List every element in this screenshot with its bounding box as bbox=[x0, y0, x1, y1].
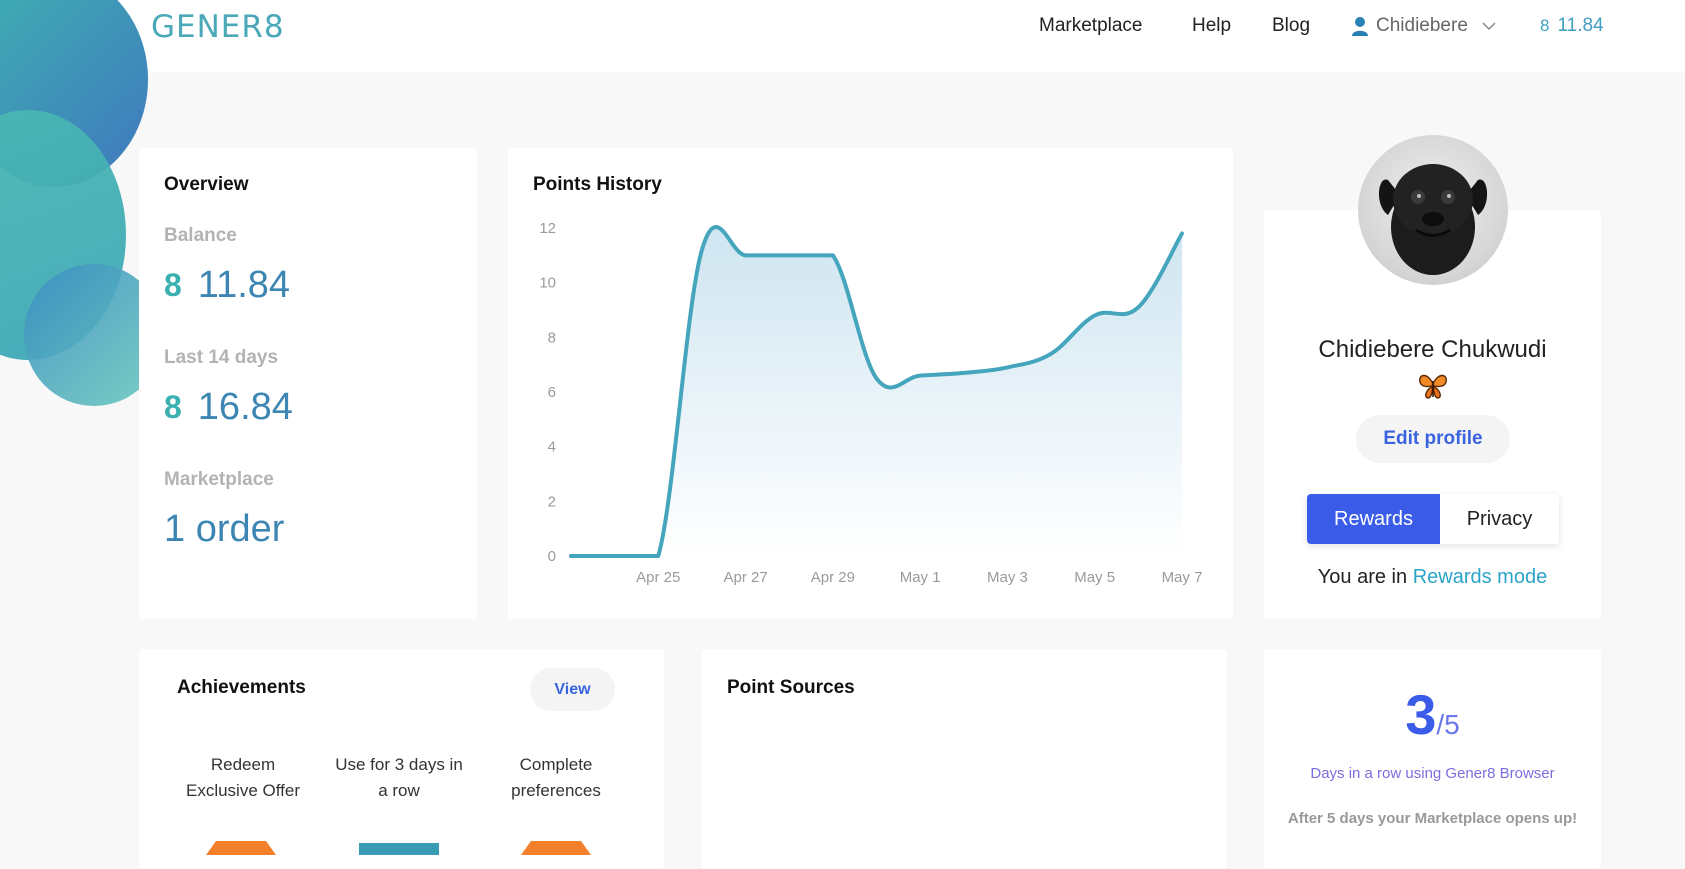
view-achievements-button[interactable]: View bbox=[530, 668, 615, 711]
streak-description: Days in a row using Gener8 Browser bbox=[1310, 765, 1555, 782]
gener8-coin-icon: 8 bbox=[164, 267, 182, 303]
user-name: Chidiebere bbox=[1376, 15, 1468, 36]
x-tick-label: Apr 25 bbox=[636, 569, 680, 586]
streak-counter: 3/5 bbox=[1265, 682, 1600, 747]
privacy-mode-button[interactable]: Privacy bbox=[1440, 494, 1559, 544]
hexagon-badge-icon[interactable] bbox=[206, 838, 276, 858]
gener8-coin-icon: 8 bbox=[1540, 16, 1550, 35]
points-history-chart: 0 2 4 6 8 10 12 Apr 25 Apr 27 Apr 29 May 1 May 3 Ma… bbox=[539, 220, 1203, 586]
nav-blog[interactable]: Blog bbox=[1272, 15, 1310, 37]
avatar[interactable] bbox=[1358, 135, 1508, 285]
marketplace-label: Marketplace bbox=[164, 469, 274, 490]
y-tick-label: 12 bbox=[539, 220, 556, 237]
butterfly-icon bbox=[1419, 374, 1447, 399]
streak-note: After 5 days your Marketplace opens up! bbox=[1287, 810, 1578, 827]
user-icon bbox=[1352, 17, 1368, 36]
x-tick-label: May 3 bbox=[987, 569, 1028, 586]
gener8-coin-icon: 8 bbox=[164, 389, 182, 425]
last14-label: Last 14 days bbox=[164, 347, 279, 368]
nav-help[interactable]: Help bbox=[1192, 15, 1231, 37]
y-tick-label: 0 bbox=[548, 548, 556, 565]
x-tick-label: May 1 bbox=[900, 569, 941, 586]
points-history-card: Points History 0 2 4 6 8 10 12 Apr 25 Apr 27 Apr… bbox=[508, 148, 1233, 619]
achievement-complete-preferences: Complete preferences bbox=[511, 755, 601, 800]
mode-toggle: Rewards Privacy bbox=[1307, 494, 1559, 544]
achievement-redeem-offer: Redeem Exclusive Offer bbox=[185, 755, 300, 800]
achievements-title: Achievements bbox=[177, 677, 306, 698]
point-sources-card: Point Sources bbox=[702, 649, 1227, 869]
x-tick-label: Apr 29 bbox=[811, 569, 855, 586]
chevron-down-icon bbox=[1482, 22, 1496, 31]
y-tick-label: 6 bbox=[548, 384, 556, 401]
top-navbar: GENER8 Marketplace Help Blog Chidiebere … bbox=[0, 0, 1685, 72]
last14-amount: 16.84 bbox=[197, 386, 293, 428]
achievement-three-days: Use for 3 days in a row bbox=[335, 755, 463, 800]
y-tick-label: 8 bbox=[548, 329, 556, 346]
pug-avatar-icon bbox=[1378, 164, 1488, 275]
header-balance-value: 11.84 bbox=[1557, 15, 1604, 36]
y-tick-label: 10 bbox=[539, 275, 556, 292]
rewards-mode-button[interactable]: Rewards bbox=[1307, 494, 1440, 544]
gener8-logo[interactable]: GENER8 bbox=[151, 9, 285, 45]
user-menu[interactable]: Chidiebere bbox=[1351, 15, 1496, 37]
balance-value: 8 11.84 bbox=[164, 264, 290, 307]
x-tick-label: May 5 bbox=[1074, 569, 1115, 586]
mode-status-prefix: You are in bbox=[1317, 566, 1408, 588]
profile-full-name: Chidiebere Chukwudi bbox=[1318, 336, 1547, 363]
streak-total: /5 bbox=[1436, 709, 1460, 740]
y-tick-label: 2 bbox=[548, 493, 556, 510]
x-tick-label: Apr 27 bbox=[723, 569, 767, 586]
hexagon-badge-icon[interactable] bbox=[521, 838, 591, 858]
rewards-mode-link[interactable]: Rewards mode bbox=[1413, 566, 1548, 588]
y-tick-label: 4 bbox=[548, 439, 556, 456]
edit-profile-button[interactable]: Edit profile bbox=[1356, 415, 1510, 463]
balance-label: Balance bbox=[164, 225, 237, 246]
hexagon-badge-icon[interactable] bbox=[359, 838, 439, 858]
marketplace-value[interactable]: 1 order bbox=[164, 508, 284, 551]
mode-status-text: You are in Rewards mode bbox=[1265, 566, 1600, 589]
nav-marketplace[interactable]: Marketplace bbox=[1039, 15, 1143, 37]
last14-value: 8 16.84 bbox=[164, 386, 293, 429]
x-tick-label: May 7 bbox=[1162, 569, 1203, 586]
header-balance[interactable]: 8 11.84 bbox=[1540, 15, 1604, 37]
balance-amount: 11.84 bbox=[197, 264, 291, 306]
overview-title: Overview bbox=[164, 174, 249, 195]
chart-area bbox=[571, 226, 1182, 556]
overview-card: Overview Balance 8 11.84 Last 14 days 8 … bbox=[139, 148, 477, 619]
streak-current: 3 bbox=[1405, 683, 1437, 746]
point-sources-title: Point Sources bbox=[727, 677, 855, 698]
